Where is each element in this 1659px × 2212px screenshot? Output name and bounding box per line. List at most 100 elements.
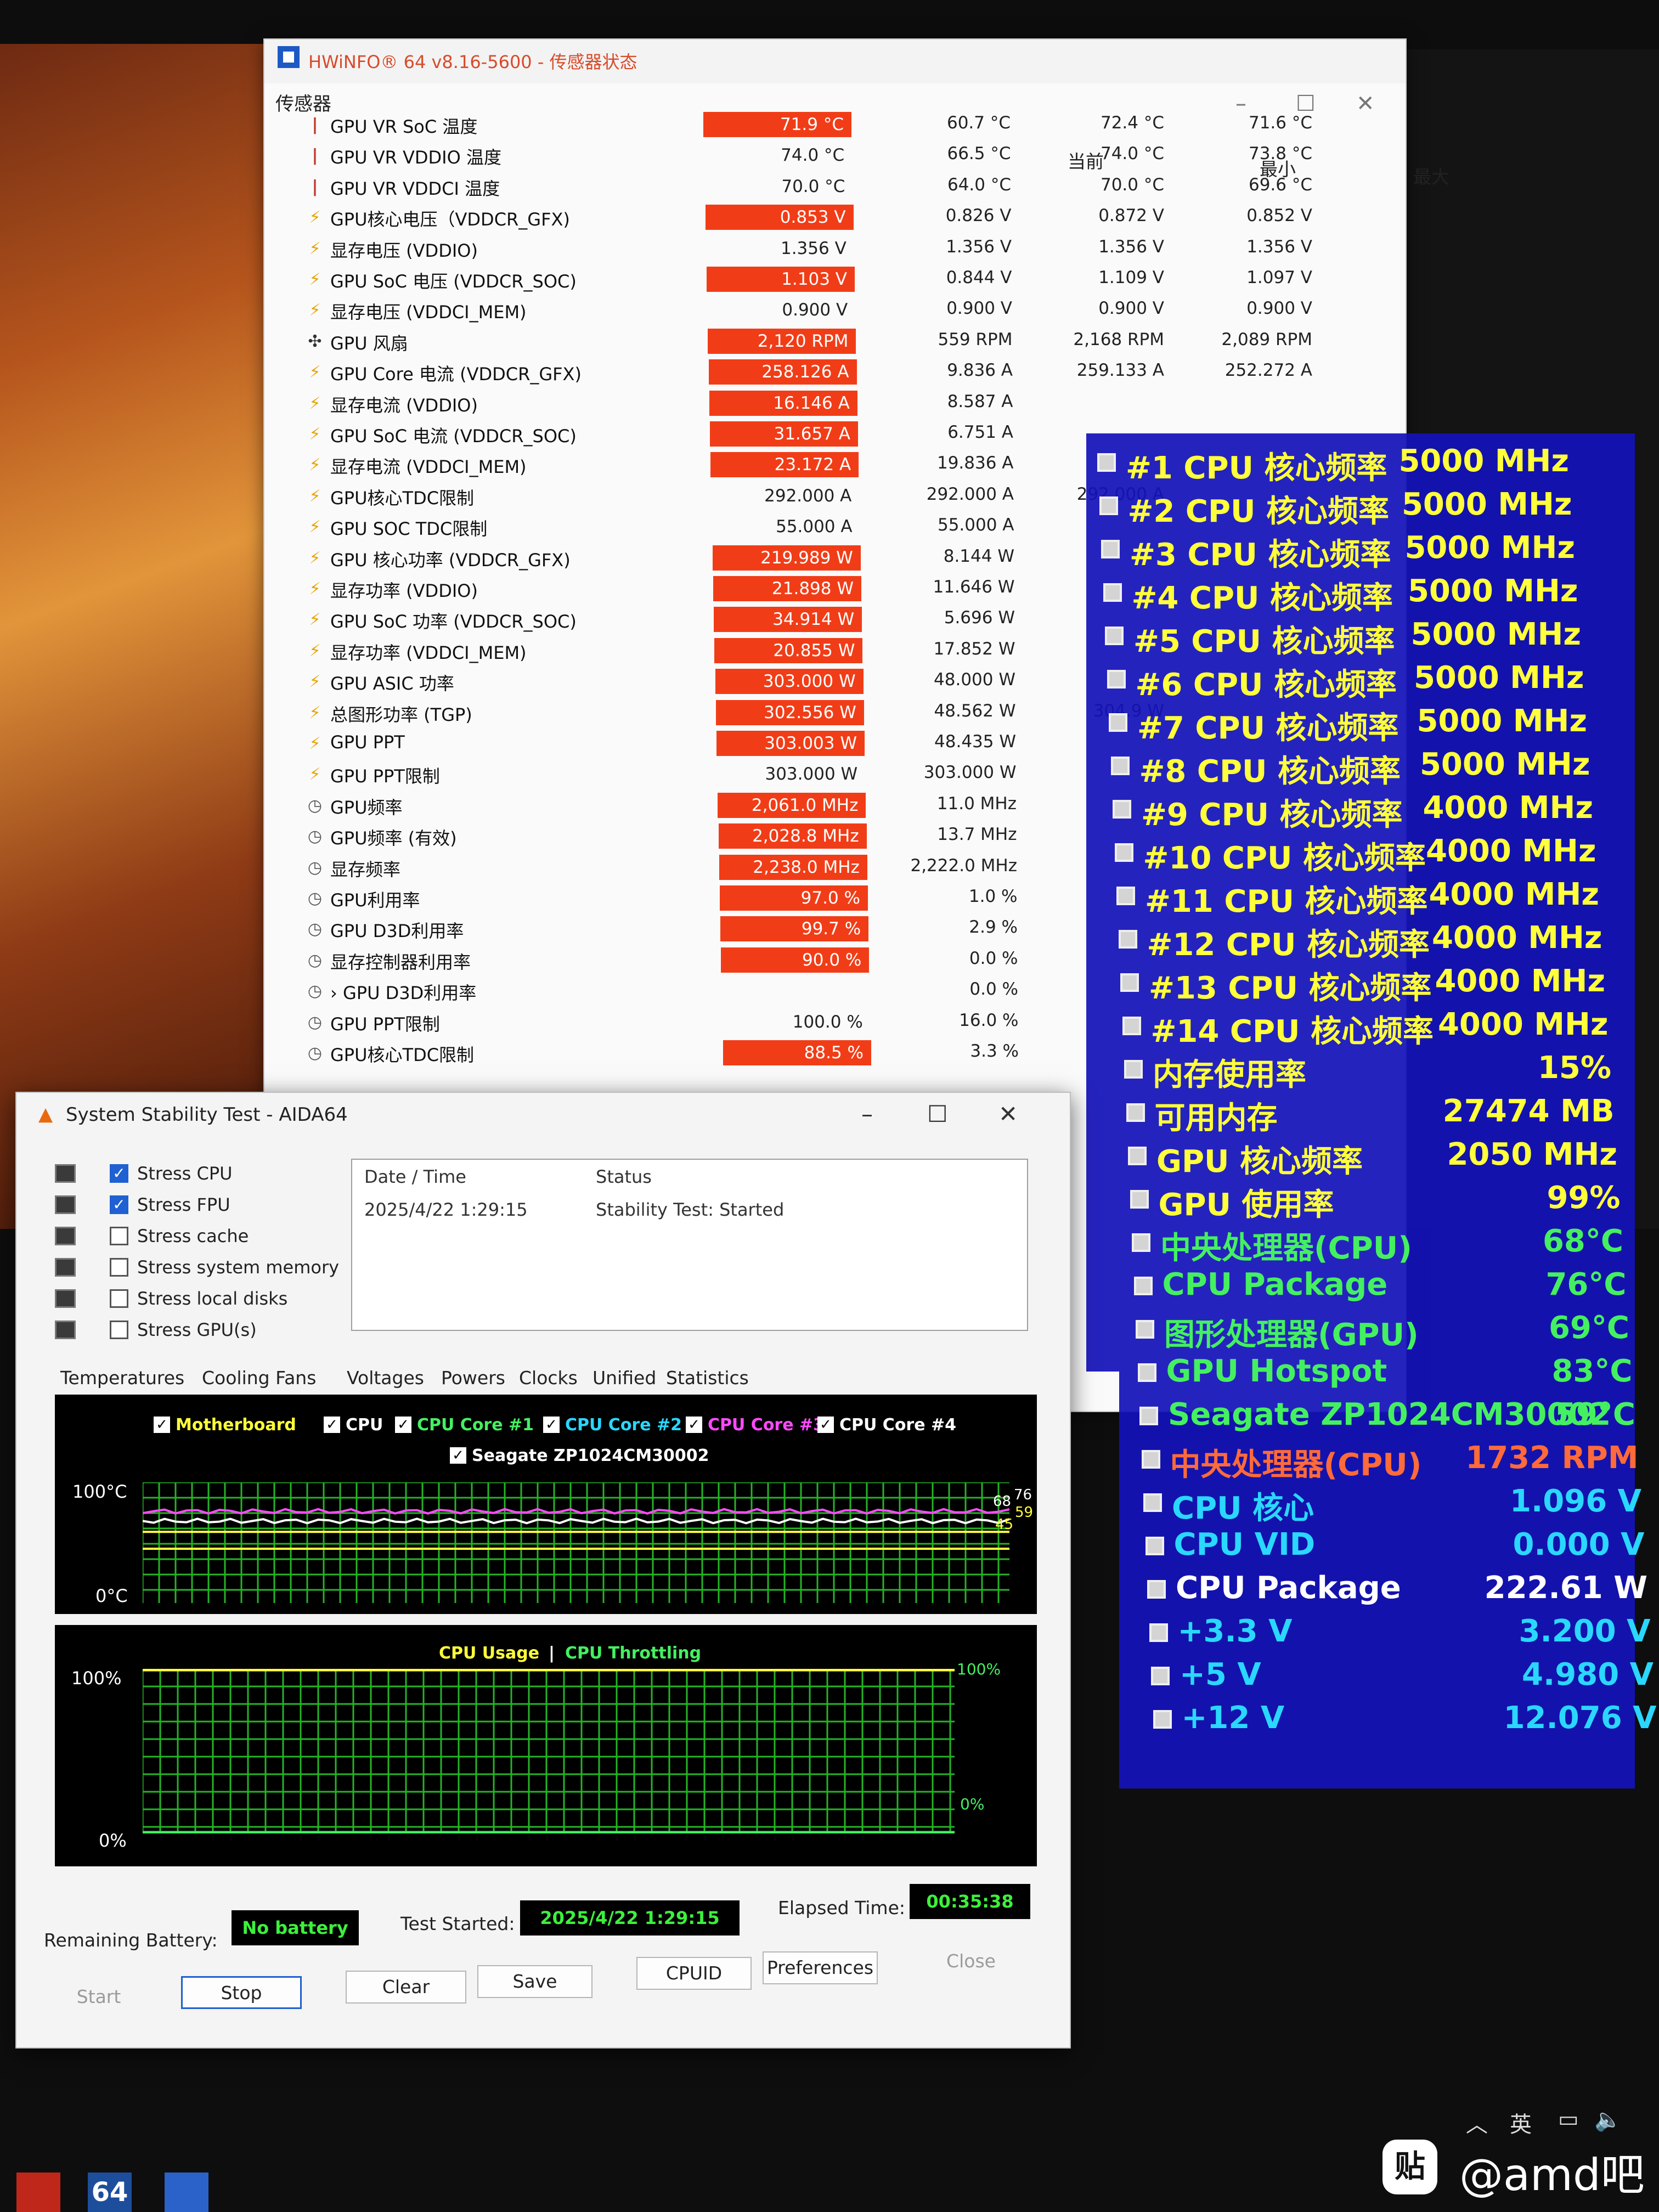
- osd-value: 4000 MHz: [1437, 1007, 1609, 1042]
- stress-checkbox[interactable]: ✓: [110, 1164, 128, 1183]
- osd-sensor-icon: [1124, 1060, 1143, 1079]
- lightning-icon: ⚡: [309, 270, 321, 289]
- sensor-row[interactable]: | GPU VR SoC 温度 71.9 °C 60.7 °C 72.4 °C 71.6 …: [264, 110, 1406, 140]
- osd-value: 4000 MHz: [1423, 790, 1593, 826]
- osd-row: 可用内存 27474 MB: [1126, 1093, 1615, 1136]
- stress-option[interactable]: Stress cache: [55, 1221, 384, 1252]
- aida-minimize-icon[interactable]: –: [861, 1101, 873, 1127]
- sensor-current-value: 70.0 °C: [781, 176, 845, 196]
- sensor-current-value: 100.0 %: [792, 1012, 863, 1032]
- stress-checkbox[interactable]: [110, 1289, 128, 1308]
- osd-value: 59°C: [1554, 1397, 1635, 1432]
- hwinfo-titlebar[interactable]: HWiNFO® 64 v8.16-5600 - 传感器状态: [264, 40, 1406, 83]
- taskbar-hwinfo-icon[interactable]: 64: [88, 2172, 132, 2212]
- stop-button[interactable]: Stop: [181, 1976, 302, 2009]
- osd-row: #12 CPU 核心频率 4000 MHz: [1118, 920, 1602, 963]
- stress-option[interactable]: Stress GPU(s): [55, 1315, 384, 1346]
- taskbar-app-red-icon[interactable]: [16, 2172, 60, 2212]
- stress-checkbox[interactable]: [110, 1258, 128, 1277]
- aida-close-icon[interactable]: ✕: [998, 1101, 1018, 1127]
- osd-sensor-icon: [1103, 583, 1122, 602]
- taskbar-aida-icon[interactable]: [165, 2172, 208, 2212]
- sensor-max-value: 74.0 °C: [1100, 144, 1164, 164]
- volume-icon[interactable]: 🔈: [1594, 2107, 1622, 2132]
- sensor-label: › GPU D3D利用率: [330, 983, 477, 1004]
- osd-label: 中央处理器(CPU): [1160, 1231, 1412, 1266]
- tab-statistics[interactable]: Statistics: [666, 1367, 749, 1389]
- usage-axis-min-left: 0%: [99, 1830, 127, 1851]
- aida-maximize-icon[interactable]: ☐: [927, 1101, 948, 1127]
- stress-option[interactable]: ✓ Stress CPU: [55, 1159, 384, 1189]
- legend-checkbox[interactable]: ✓: [154, 1417, 170, 1433]
- legend-checkbox[interactable]: ✓: [450, 1447, 466, 1464]
- sensor-row[interactable]: ⚡ 显存电流 (VDDIO) 16.146 A 8.587 A: [264, 388, 1406, 419]
- legend-checkbox[interactable]: ✓: [817, 1417, 834, 1433]
- sensor-row[interactable]: ⚡ 显存电压 (VDDIO) 1.356 V 1.356 V 1.356 V 1.356 …: [264, 234, 1406, 264]
- ime-indicator[interactable]: 英: [1510, 2107, 1532, 2138]
- tab-unified[interactable]: Unified: [592, 1367, 656, 1389]
- sensor-row[interactable]: ⚡ GPU Core 电流 (VDDCR_GFX) 258.126 A 9.836 A…: [264, 357, 1406, 388]
- sensor-current-value: 2,061.0 MHz: [718, 792, 866, 818]
- osd-label: CPU Package: [1176, 1570, 1401, 1606]
- tab-voltages[interactable]: Voltages: [347, 1367, 424, 1389]
- osd-sensor-icon: [1141, 1450, 1160, 1469]
- osd-label: #6 CPU 核心频率: [1135, 667, 1397, 703]
- osd-row: +3.3 V 3.200 V: [1149, 1613, 1651, 1656]
- sensor-row[interactable]: | GPU VR VDDCI 温度 70.0 °C 64.0 °C 70.0 °C 69.…: [264, 172, 1406, 202]
- stress-checkbox[interactable]: [110, 1321, 128, 1339]
- tab-clocks[interactable]: Clocks: [519, 1367, 578, 1389]
- sensor-row[interactable]: ⚡ GPU核心电压（VDDCR_GFX) 0.853 V 0.826 V 0.872 V…: [264, 202, 1406, 233]
- sensor-max-value: 0.872 V: [1098, 206, 1164, 226]
- tab-powers[interactable]: Powers: [441, 1367, 505, 1389]
- stress-option[interactable]: ✓ Stress FPU: [55, 1190, 384, 1221]
- osd-value: 4000 MHz: [1435, 963, 1605, 999]
- stress-checkbox[interactable]: [110, 1227, 128, 1245]
- osd-sensor-icon: [1101, 540, 1120, 558]
- tray-chevron-icon[interactable]: ︿: [1466, 2107, 1488, 2138]
- tab-cooling-fans[interactable]: Cooling Fans: [202, 1367, 316, 1389]
- clock-icon: ◷: [307, 1043, 323, 1063]
- stress-checkbox[interactable]: ✓: [110, 1195, 128, 1214]
- sensor-label: GPU PPT: [330, 732, 405, 753]
- cpu-usage-graph: CPU Usage | CPU Throttling 100% 0% 100% …: [55, 1625, 1037, 1866]
- save-button[interactable]: Save: [477, 1965, 592, 1998]
- sensor-max-value: 2,168 RPM: [1073, 329, 1164, 349]
- log-table: Date / Time Status 2025/4/22 1:29:15 Sta…: [351, 1159, 1028, 1331]
- test-started-display: 2025/4/22 1:29:15: [520, 1900, 740, 1936]
- desktop-wallpaper: [0, 44, 307, 1229]
- sensor-current-value: 20.855 W: [714, 637, 863, 663]
- close-button[interactable]: Close: [916, 1946, 1026, 1979]
- sensor-row[interactable]: | GPU VR VDDIO 温度 74.0 °C 66.5 °C 74.0 °C 73.…: [264, 140, 1406, 171]
- clear-button[interactable]: Clear: [346, 1971, 466, 2004]
- osd-label: +3.3 V: [1177, 1613, 1293, 1649]
- start-button[interactable]: Start: [49, 1982, 148, 2015]
- osd-sensor-icon: [1151, 1667, 1170, 1685]
- osd-value: 2050 MHz: [1447, 1137, 1617, 1172]
- sensor-min-value: 2,222.0 MHz: [910, 855, 1017, 876]
- temp-right-label-76: 76: [1014, 1487, 1032, 1503]
- sensor-avg-value: 0.900 V: [1246, 298, 1312, 319]
- lightning-icon: ⚡: [309, 363, 321, 382]
- stress-option[interactable]: Stress local disks: [55, 1284, 384, 1314]
- thermometer-icon: |: [312, 177, 318, 196]
- lightning-icon: ⚡: [309, 425, 321, 444]
- legend-checkbox[interactable]: ✓: [686, 1417, 702, 1433]
- sensor-row[interactable]: ⚡ GPU SoC 电压 (VDDCR_SOC) 1.103 V 0.844 V 1.1…: [264, 264, 1406, 295]
- lightning-icon: ⚡: [309, 579, 321, 599]
- legend-checkbox[interactable]: ✓: [324, 1417, 340, 1433]
- network-icon[interactable]: ▭: [1558, 2107, 1579, 2132]
- legend-checkbox[interactable]: ✓: [543, 1417, 560, 1433]
- preferences-button[interactable]: Preferences: [763, 1951, 878, 1984]
- sensor-row[interactable]: ✣ GPU 风扇 2,120 RPM 559 RPM 2,168 RPM 2,089 RP…: [264, 326, 1406, 357]
- clock-icon: ◷: [307, 827, 323, 847]
- sensor-min-value: 0.844 V: [946, 268, 1012, 287]
- stress-option[interactable]: Stress system memory: [55, 1252, 384, 1283]
- legend-checkbox[interactable]: ✓: [395, 1417, 411, 1433]
- sensor-current-value: 303.003 W: [716, 731, 865, 756]
- tab-temperatures[interactable]: Temperatures: [60, 1367, 184, 1389]
- osd-sensor-icon: [1114, 843, 1133, 862]
- osd-value: 15%: [1537, 1050, 1611, 1086]
- sensor-current-value: 34.914 W: [714, 607, 862, 633]
- sensor-row[interactable]: ⚡ 显存电压 (VDDCI_MEM) 0.900 V 0.900 V 0.900 V 0.…: [264, 295, 1406, 326]
- cpuid-button[interactable]: CPUID: [636, 1957, 752, 1990]
